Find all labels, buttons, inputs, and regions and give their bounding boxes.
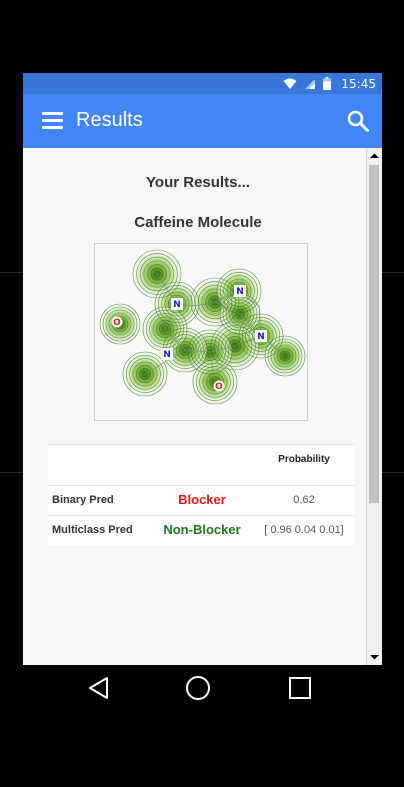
atom-label-nitrogen: N bbox=[173, 300, 181, 310]
scrollbar-thumb[interactable] bbox=[369, 165, 379, 503]
wifi-icon bbox=[283, 78, 297, 89]
home-circle-icon[interactable] bbox=[185, 675, 211, 701]
screen: 15:45 Results Your Results... Caffeine M… bbox=[23, 73, 382, 665]
row-label: Multiclass Pred bbox=[52, 524, 133, 536]
cellular-signal-icon bbox=[305, 78, 316, 89]
probability-value: [ 0.96 0.04 0.01] bbox=[264, 524, 344, 536]
frame-edge-left-bottom bbox=[0, 472, 23, 473]
probability-value: 0.62 bbox=[293, 494, 315, 506]
frame-edge-right-top bbox=[382, 272, 404, 273]
atom-label-oxygen: O bbox=[113, 318, 121, 328]
app-bar: Results bbox=[23, 94, 382, 148]
hamburger-menu-icon[interactable] bbox=[42, 112, 63, 130]
atom-label-nitrogen: N bbox=[163, 350, 171, 360]
frame-edge-right-bottom bbox=[382, 472, 404, 473]
prediction-value: Non-Blocker bbox=[163, 522, 241, 537]
molecule-heading: Caffeine Molecule bbox=[134, 214, 262, 231]
row-label: Binary Pred bbox=[52, 494, 114, 506]
probability-column-header: Probability bbox=[278, 454, 330, 465]
atom-label-nitrogen: N bbox=[257, 332, 265, 342]
back-triangle-icon[interactable] bbox=[86, 675, 112, 701]
table-header-row: Probability bbox=[48, 445, 354, 486]
navigation-bar bbox=[23, 665, 382, 712]
phone-frame: 15:45 Results Your Results... Caffeine M… bbox=[0, 0, 404, 787]
scroll-up-arrow-icon[interactable] bbox=[367, 150, 382, 162]
results-heading: Your Results... bbox=[146, 174, 250, 191]
molecule-contour-svg: O N N N N O bbox=[99, 249, 306, 405]
prediction-value: Blocker bbox=[178, 492, 226, 507]
table-row: Multiclass Pred Non-Blocker [ 0.96 0.04 … bbox=[48, 516, 354, 545]
scroll-down-arrow-icon[interactable] bbox=[367, 651, 382, 663]
status-time: 15:45 bbox=[341, 76, 376, 91]
results-table: Probability Binary Pred Blocker 0.62 Mul… bbox=[48, 444, 354, 545]
vertical-scrollbar[interactable] bbox=[366, 148, 382, 665]
atom-label-oxygen: O bbox=[215, 382, 223, 392]
search-icon[interactable] bbox=[346, 109, 370, 133]
app-title: Results bbox=[76, 109, 143, 131]
status-bar: 15:45 bbox=[23, 73, 382, 94]
battery-icon bbox=[323, 77, 332, 90]
atom-label-nitrogen: N bbox=[236, 287, 244, 297]
table-row: Binary Pred Blocker 0.62 bbox=[48, 486, 354, 516]
results-content: Your Results... Caffeine Molecule ONNNNO… bbox=[23, 148, 366, 665]
recent-apps-square-icon[interactable] bbox=[287, 675, 313, 701]
molecule-contour-image: O N N N N O bbox=[94, 243, 308, 421]
frame-edge-left-top bbox=[0, 272, 23, 273]
